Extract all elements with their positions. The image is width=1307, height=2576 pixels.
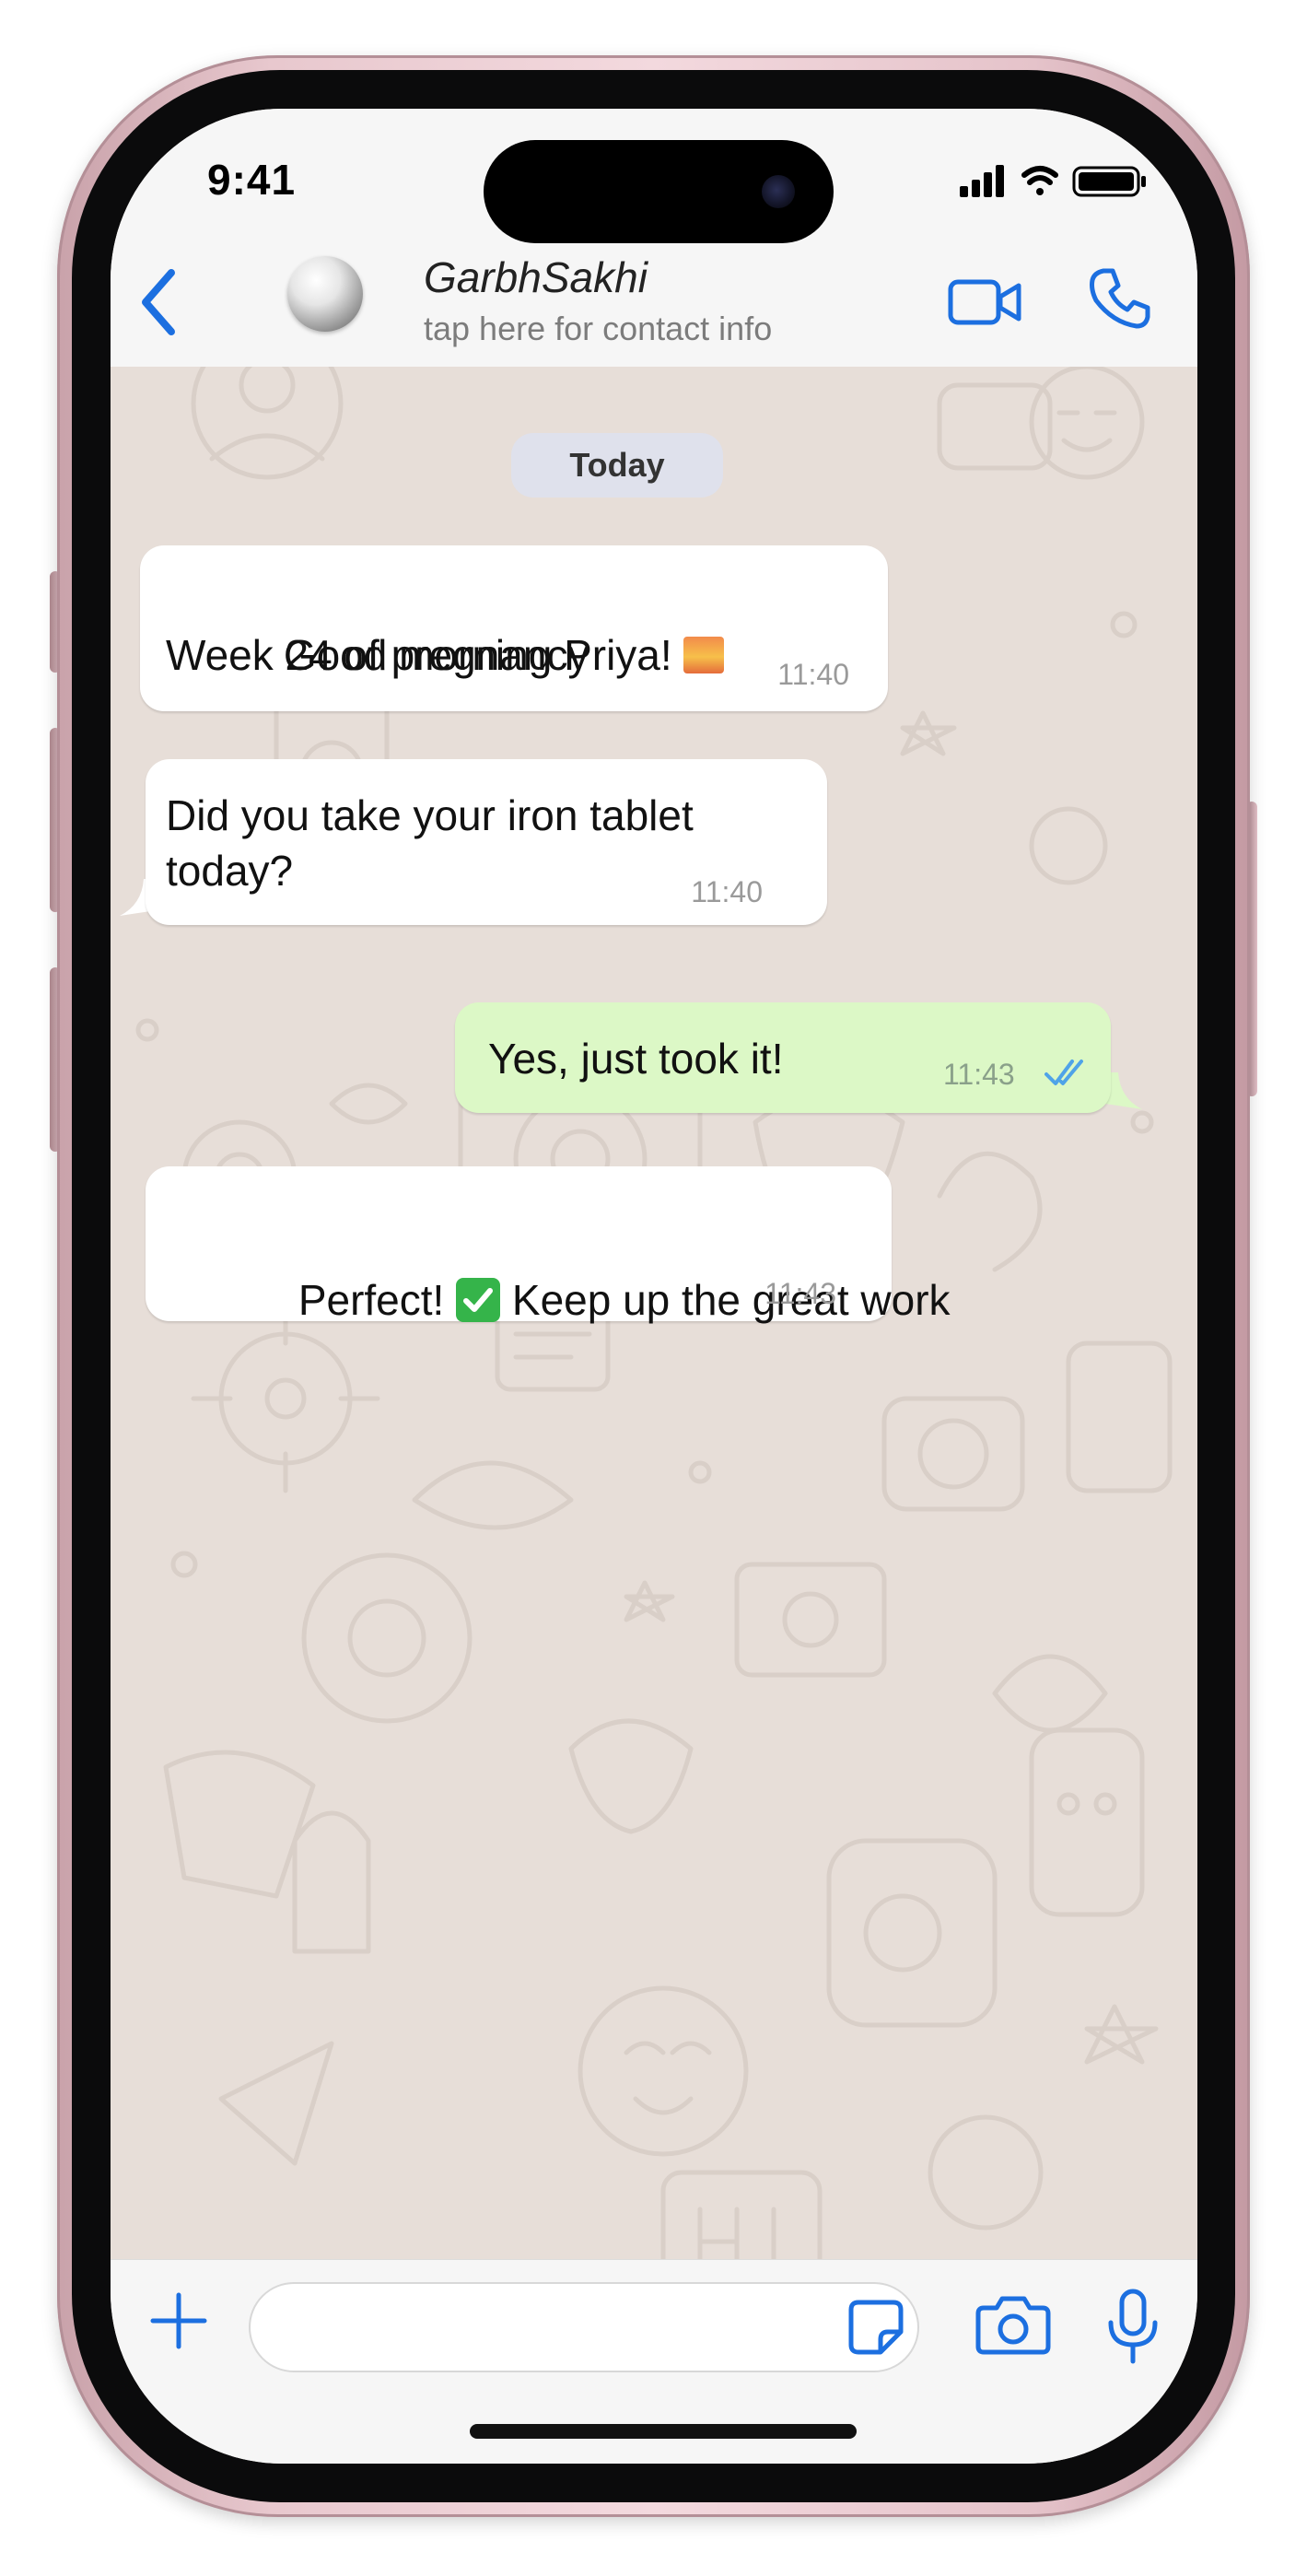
contact-info-hint[interactable]: tap here for contact info bbox=[424, 310, 772, 348]
front-camera bbox=[762, 175, 795, 208]
message-time: 11:43 bbox=[764, 1277, 836, 1310]
attach-button[interactable] bbox=[146, 2288, 212, 2354]
wifi-icon bbox=[1021, 166, 1058, 195]
incoming-message[interactable]: Perfect! Keep up the great work 11:43 bbox=[146, 1166, 951, 1324]
phone-icon bbox=[1090, 268, 1150, 329]
plus-icon bbox=[150, 2292, 207, 2349]
message-line: Yes, just took it! bbox=[488, 1035, 784, 1083]
message-line: Did you take your iron tablet bbox=[166, 791, 694, 839]
status-time: 9:41 bbox=[207, 156, 297, 204]
message-input[interactable] bbox=[249, 2282, 919, 2372]
voice-message-button[interactable] bbox=[1105, 2288, 1161, 2365]
chevron-left-icon bbox=[142, 269, 175, 335]
contact-name[interactable]: GarbhSakhi bbox=[424, 252, 648, 302]
incoming-message[interactable]: Good morning Priya! Week 24 of pregnancy… bbox=[140, 545, 888, 711]
message-time: 11:40 bbox=[691, 875, 763, 908]
check-mark-emoji bbox=[456, 1278, 501, 1322]
status-indicators-icon bbox=[960, 165, 1146, 197]
video-call-button[interactable] bbox=[947, 275, 1024, 330]
double-check-icon bbox=[1044, 1060, 1083, 1085]
message-time: 11:43 bbox=[943, 1058, 1015, 1091]
camera-icon bbox=[975, 2296, 1051, 2355]
message-time: 11:40 bbox=[777, 658, 849, 691]
dynamic-island bbox=[484, 140, 834, 243]
microphone-icon bbox=[1108, 2289, 1158, 2364]
voice-call-button[interactable] bbox=[1087, 265, 1153, 332]
battery-icon bbox=[1072, 166, 1146, 197]
back-button[interactable] bbox=[131, 265, 186, 339]
message-line: today? bbox=[166, 847, 294, 895]
phone-screen: 9:41 GarbhSakhi tap here for contact inf… bbox=[111, 109, 1197, 2464]
video-camera-icon bbox=[948, 279, 1021, 325]
sticker-button[interactable] bbox=[846, 2297, 906, 2358]
bubble-tail bbox=[1105, 1072, 1142, 1109]
check-mark-icon bbox=[463, 1288, 494, 1312]
outgoing-message[interactable]: Yes, just took it! 11:43 bbox=[455, 1002, 1111, 1113]
sticker-icon bbox=[848, 2300, 904, 2355]
sunrise-emoji bbox=[683, 637, 725, 673]
device-mockup: 9:41 GarbhSakhi tap here for contact inf… bbox=[0, 0, 1307, 2576]
status-icons bbox=[960, 162, 1153, 199]
message-line: Perfect! bbox=[298, 1276, 445, 1324]
cellular-signal-icon bbox=[960, 165, 1004, 197]
camera-button[interactable] bbox=[974, 2293, 1052, 2358]
message-line: Week 24 of pregnancy bbox=[166, 631, 589, 679]
message-line: Keep up the great work bbox=[511, 1276, 951, 1324]
date-divider: Today bbox=[511, 433, 723, 498]
home-indicator[interactable] bbox=[470, 2424, 857, 2439]
contact-avatar[interactable] bbox=[287, 256, 363, 332]
message-composer bbox=[111, 2259, 1197, 2464]
incoming-message[interactable]: Did you take your iron tablet today? 11:… bbox=[146, 759, 827, 925]
chat-header: 9:41 GarbhSakhi tap here for contact inf… bbox=[111, 109, 1197, 368]
chat-area[interactable]: Today Good morning Priya! Week 24 of pre… bbox=[111, 367, 1197, 2259]
